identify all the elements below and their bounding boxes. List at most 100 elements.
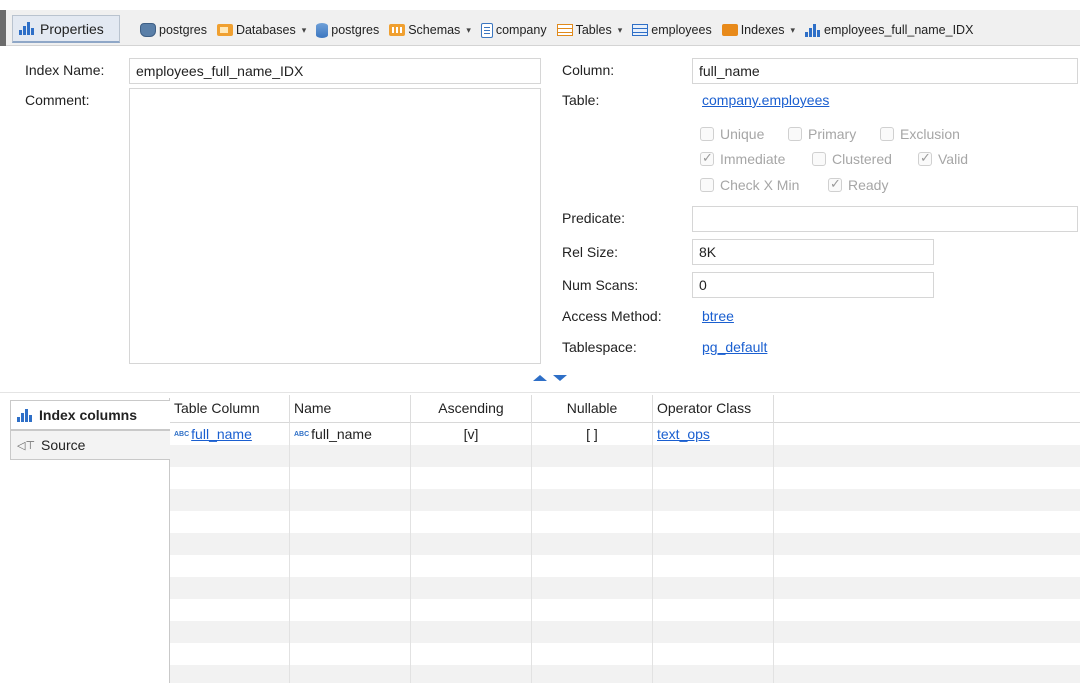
cell-ascending[interactable]: [v] (411, 423, 532, 445)
table-icon (632, 24, 649, 36)
breadcrumb-label: postgres (159, 23, 207, 37)
tab-source-label: Source (41, 437, 86, 453)
indexes-folder-icon (721, 24, 738, 36)
exclusion-checkbox[interactable]: Exclusion (880, 126, 960, 142)
checkbox-label: Exclusion (900, 126, 960, 142)
empty-row (170, 467, 1080, 489)
column-value: full_name (699, 63, 760, 79)
breadcrumb-postgres-server[interactable]: postgres (140, 23, 207, 37)
breadcrumb-tables[interactable]: Tables ▾ (556, 23, 623, 37)
dropdown-icon[interactable]: ▾ (302, 25, 307, 36)
rel-size-label: Rel Size: (562, 244, 619, 260)
column-label: Column: (562, 62, 615, 78)
table-row[interactable]: ABC full_name ABC full_name [v] [ ] text_o… (170, 423, 1080, 445)
immediate-checkbox[interactable]: Immediate (700, 150, 786, 167)
empty-row (170, 533, 1080, 555)
table-link[interactable]: company.employees (702, 92, 829, 108)
column-header-operator-class[interactable]: Operator Class (653, 395, 774, 423)
tab-source[interactable]: ◁⊤ Source (10, 430, 170, 460)
lower-sidebar: Index columns ◁⊤ Source (10, 398, 170, 683)
dropdown-icon[interactable]: ▾ (466, 25, 471, 36)
checkbox-box[interactable] (918, 150, 932, 166)
breadcrumb-label: postgres (331, 23, 380, 37)
empty-row (170, 489, 1080, 511)
table-label: Table: (562, 92, 600, 108)
tab-properties[interactable]: Properties (12, 15, 120, 43)
checkbox-box[interactable] (880, 127, 894, 141)
index-icon (17, 408, 33, 422)
column-header-nullable[interactable]: Nullable (532, 395, 653, 423)
predicate-field[interactable] (692, 206, 1078, 232)
source-icon: ◁⊤ (17, 439, 36, 452)
unique-checkbox[interactable]: Unique (700, 126, 764, 142)
dropdown-icon[interactable]: ▾ (790, 25, 795, 36)
cell-table-column[interactable]: ABC full_name (170, 423, 290, 445)
comment-textarea[interactable] (129, 88, 541, 364)
checkbox-label: Unique (720, 126, 765, 142)
empty-row (170, 621, 1080, 643)
check-x-min-checkbox[interactable]: Check X Min (700, 177, 799, 193)
primary-checkbox[interactable]: Primary (788, 126, 856, 142)
valid-checkbox[interactable]: Valid (918, 150, 968, 167)
breadcrumb-database-postgres[interactable]: postgres (316, 22, 380, 38)
checkbox-box[interactable] (788, 127, 802, 141)
column-field[interactable]: full_name (692, 58, 1078, 84)
num-scans-value: 0 (699, 277, 707, 293)
breadcrumb-indexes[interactable]: Indexes ▾ (721, 23, 795, 37)
tab-index-columns[interactable]: Index columns (10, 400, 170, 430)
access-method-link[interactable]: btree (702, 308, 734, 324)
checkbox-box[interactable] (700, 127, 714, 141)
operator-class-link[interactable]: text_ops (657, 426, 710, 442)
column-header-filler (774, 395, 1080, 423)
checkbox-label: Immediate (720, 151, 786, 167)
empty-row (170, 511, 1080, 533)
cell-operator-class[interactable]: text_ops (653, 423, 774, 445)
empty-row (170, 599, 1080, 621)
cell-filler (774, 423, 1080, 445)
checkbox-label: Primary (808, 126, 857, 142)
column-header-ascending[interactable]: Ascending (411, 395, 532, 423)
rel-size-field[interactable]: 8K (692, 239, 934, 265)
tablespace-label: Tablespace: (562, 339, 637, 355)
divider (0, 392, 1080, 393)
checkbox-box[interactable] (700, 178, 714, 192)
cell-name[interactable]: ABC full_name (290, 423, 411, 445)
cell-nullable[interactable]: [ ] (532, 423, 653, 445)
breadcrumb-index[interactable]: employees_full_name_IDX (805, 23, 973, 37)
predicate-label: Predicate: (562, 210, 626, 226)
folder-icon (216, 24, 233, 36)
breadcrumb-label: employees (651, 23, 712, 37)
schema-icon (480, 22, 493, 38)
breadcrumb-schema-company[interactable]: company (480, 22, 547, 38)
panel-splitter[interactable] (528, 375, 572, 385)
collapse-down-icon[interactable] (553, 375, 567, 381)
breadcrumb-label: company (495, 23, 547, 37)
access-method-label: Access Method: (562, 308, 662, 324)
breadcrumb-label: Databases (235, 23, 296, 37)
table-column-link[interactable]: full_name (191, 426, 252, 442)
column-header-table-column[interactable]: Table Column (170, 395, 290, 423)
breadcrumb-table-employees[interactable]: employees (632, 23, 712, 37)
breadcrumb-label: Tables (575, 23, 612, 37)
clustered-checkbox[interactable]: Clustered (812, 151, 892, 167)
ready-checkbox[interactable]: Ready (828, 176, 888, 193)
breadcrumb-label: employees_full_name_IDX (824, 23, 974, 37)
window-edge (0, 10, 6, 46)
dropdown-icon[interactable]: ▾ (618, 25, 623, 36)
num-scans-field[interactable]: 0 (692, 272, 934, 298)
breadcrumb-schemas[interactable]: Schemas ▾ (389, 23, 471, 37)
breadcrumb-label: Indexes (740, 23, 785, 37)
collapse-up-icon[interactable] (533, 375, 547, 381)
empty-row (170, 577, 1080, 599)
empty-row (170, 445, 1080, 467)
breadcrumb-databases[interactable]: Databases ▾ (216, 23, 307, 37)
checkbox-box[interactable] (812, 152, 826, 166)
checkbox-box[interactable] (828, 176, 842, 192)
index-name-field[interactable]: employees_full_name_IDX (129, 58, 541, 84)
tablespace-link[interactable]: pg_default (702, 339, 767, 355)
column-header-name[interactable]: Name (290, 395, 411, 423)
text-type-icon: ABC (294, 431, 310, 438)
empty-row (170, 555, 1080, 577)
index-name-label: Index Name: (25, 62, 105, 78)
checkbox-box[interactable] (700, 150, 714, 166)
